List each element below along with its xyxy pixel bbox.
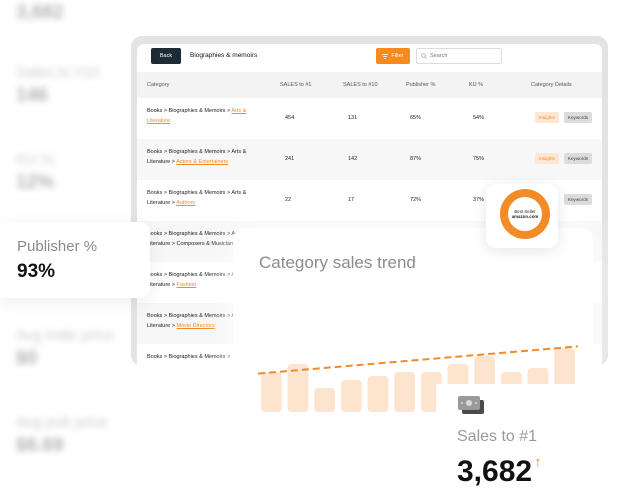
chart-bar: [287, 364, 309, 412]
category-path: Books > Biographies & Memoirs > Ar Liter…: [147, 231, 237, 247]
ku-cell: 75%: [473, 156, 485, 162]
insights-button[interactable]: Insights: [535, 112, 559, 123]
filter-label: Filter: [391, 53, 404, 59]
col-header-ku: KU %: [469, 82, 484, 88]
insights-button[interactable]: Insights: [535, 153, 559, 164]
ku-cell: 54%: [473, 115, 485, 121]
table-row[interactable]: Books > Biographies & Memoirs > Arts & L…: [137, 139, 602, 180]
stat-value: 93%: [17, 261, 56, 282]
filter-icon: [382, 53, 389, 59]
sales-value-wrap: 3,682 ↑: [457, 454, 542, 489]
sales-to-1-cell: 454: [285, 115, 295, 121]
chart-bar: [367, 376, 389, 412]
publisher-cell: 72%: [410, 197, 422, 203]
sales-label: Sales to #1: [457, 428, 538, 445]
sales-to-10-cell: 142: [348, 156, 358, 162]
col-header-category-details: Category Details: [531, 82, 572, 88]
breadcrumb: Biographies & memoirs: [190, 52, 258, 59]
search-field[interactable]: [416, 48, 502, 64]
back-button[interactable]: Back: [151, 48, 181, 64]
col-header-sales-to-10: SALES to #10: [343, 82, 378, 88]
category-parent: Books > Biographies & Memoirs > Arts & L…: [147, 190, 247, 206]
search-icon: [421, 53, 427, 59]
stat-value: 3,682: [16, 2, 64, 23]
col-header-category: Category: [147, 82, 170, 88]
chart-bar: [260, 372, 282, 412]
sales-to-1-card: Sales to #1 3,682 ↑: [436, 384, 627, 496]
sales-to-1-cell: 22: [285, 197, 292, 203]
best-seller-badge-icon: Best Seller amazon.com: [500, 189, 550, 239]
stat-value: $6.69: [16, 435, 64, 456]
category-path: Books > Biographies & Memoirs >: [147, 354, 231, 360]
category-path: Books > Biographies & Memoirs > Arts & L…: [147, 188, 247, 208]
table-row[interactable]: Books > Biographies & Memoirs > Arts & L…: [137, 98, 602, 139]
category-path: Books > Biographies & Memoirs > A Litera…: [147, 311, 247, 331]
chart-bar: [314, 388, 336, 412]
stat-sales-to-1: 3,682: [16, 0, 186, 24]
category-path: Books > Biographies & Memoirs > A Litera…: [147, 270, 247, 290]
category-link[interactable]: Authors: [176, 200, 195, 206]
ku-cell: 37%: [473, 197, 485, 203]
toolbar: Back Biographies & memoirs Filter: [137, 44, 602, 72]
best-seller-badge-card: Best Seller amazon.com: [486, 184, 558, 248]
category-path: Books > Biographies & Memoirs > Arts & L…: [147, 147, 247, 167]
sales-value: 3,682: [457, 455, 533, 488]
publisher-cell: 87%: [410, 156, 422, 162]
stat-avg-pub-price: Avg pub price $6.69: [16, 414, 186, 457]
table-header: Category SALES to #1 SALES to #10 Publis…: [137, 72, 602, 98]
filter-button[interactable]: Filter: [376, 48, 410, 64]
sales-to-10-cell: 131: [348, 115, 358, 121]
publisher-stat-card: Publisher % 93%: [0, 222, 150, 298]
keywords-button[interactable]: Keywords: [564, 112, 592, 123]
trend-up-icon: ↑: [534, 454, 542, 471]
category-parent: Books > Biographies & Memoirs >: [147, 108, 231, 114]
keywords-button[interactable]: Keywords: [564, 194, 592, 205]
stat-label: Publisher %: [17, 238, 98, 255]
stat-label: Avg pub price: [16, 414, 108, 431]
sales-to-10-cell: 17: [348, 197, 355, 203]
col-header-sales-to-1: SALES to #1: [280, 82, 312, 88]
badge-center: Best Seller amazon.com: [508, 197, 542, 231]
search-input[interactable]: [430, 53, 500, 59]
cash-icon: [458, 396, 484, 414]
category-link[interactable]: Fashion: [177, 282, 197, 288]
col-header-publisher: Publisher %: [406, 82, 436, 88]
chart-bar: [340, 380, 362, 412]
category-link[interactable]: Actors & Entertainers: [176, 159, 228, 165]
publisher-cell: 65%: [410, 115, 422, 121]
chart-bar: [394, 372, 416, 412]
category-path: Books > Biographies & Memoirs > Arts & L…: [147, 106, 247, 126]
keywords-button[interactable]: Keywords: [564, 153, 592, 164]
sales-to-1-cell: 241: [285, 156, 295, 162]
category-link[interactable]: Movie Directors: [177, 323, 215, 329]
badge-line2: amazon.com: [511, 214, 539, 219]
